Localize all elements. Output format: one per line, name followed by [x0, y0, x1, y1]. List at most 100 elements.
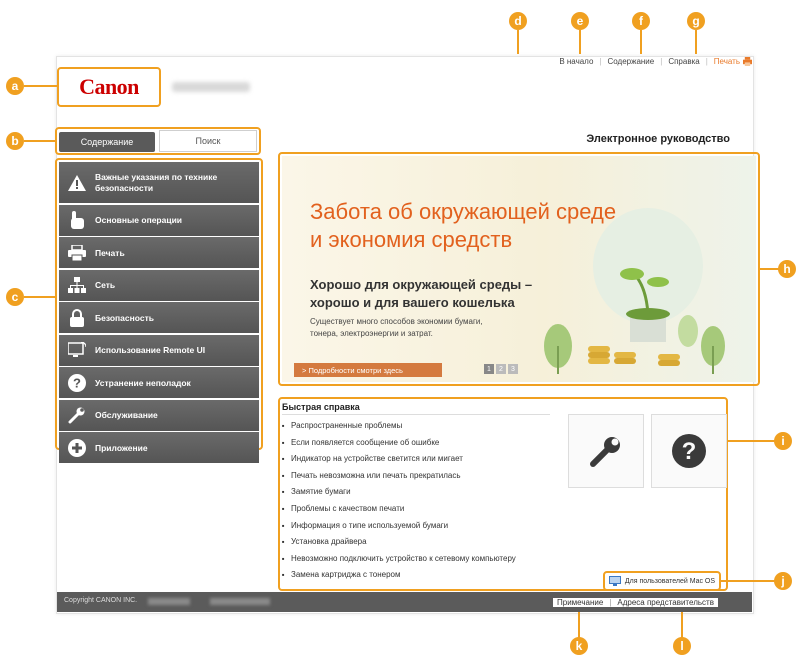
sidebar-item-print[interactable]: Печать [59, 237, 259, 268]
sidebar-item-network[interactable]: Сеть [59, 269, 259, 301]
model-name [172, 82, 250, 92]
sidebar-item-security[interactable]: Безопасность [59, 302, 259, 333]
sidebar-item-remote-ui[interactable]: Использование Remote UI [59, 334, 259, 366]
print-link[interactable]: Печать [714, 57, 752, 66]
home-link[interactable]: В начало [559, 57, 593, 66]
banner-pager: 1 2 3 [484, 364, 518, 374]
sidebar-item-basic-operations[interactable]: Основные операции [59, 204, 259, 236]
maintenance-tile[interactable] [568, 414, 644, 488]
monitor-icon [67, 340, 87, 360]
quick-link[interactable]: Установка драйвера [282, 534, 552, 551]
callout-line [721, 580, 776, 582]
divider [282, 414, 550, 415]
sidebar-item-maintenance[interactable]: Обслуживание [59, 399, 259, 431]
callout-a: a [6, 77, 24, 95]
wrench-icon [67, 405, 87, 425]
banner-headline: Забота об окружающей среде и экономия ср… [310, 198, 616, 253]
quick-link[interactable]: Распространенные проблемы [282, 418, 552, 435]
callout-h: h [778, 260, 796, 278]
page-title: Электронное руководство [586, 133, 730, 145]
banner-headline-line: Забота об окружающей среде [310, 199, 617, 224]
network-icon [67, 275, 87, 295]
sidebar-menu: Важные указания по технике безопасности … [55, 158, 263, 463]
sidebar-item-appendix[interactable]: Приложение [59, 432, 259, 463]
plus-icon [67, 438, 87, 458]
quick-link[interactable]: Замена картриджа с тонером [282, 567, 552, 584]
sidebar-item-safety[interactable]: Важные указания по технике безопасности [59, 162, 259, 203]
quick-link[interactable]: Замятие бумаги [282, 484, 552, 501]
banner-subtitle-line: хорошо и для вашего кошелька [310, 294, 515, 310]
lock-icon [67, 308, 87, 328]
printer-icon [743, 57, 752, 66]
callout-line [695, 30, 697, 54]
sidebar-item-troubleshooting[interactable]: ? Устранение неполадок [59, 367, 259, 398]
callout-line [681, 612, 683, 638]
sidebar-tabs: Содержание Поиск [55, 127, 261, 155]
banner-subtitle-line: Хорошо для окружающей среды – [310, 277, 533, 292]
wrench-icon [590, 437, 620, 467]
canon-logo[interactable]: Canon [57, 67, 161, 107]
top-nav: В начало | Содержание | Справка | Печать [559, 57, 752, 66]
sidebar-item-label: Обслуживание [95, 410, 158, 420]
svg-text:?: ? [682, 438, 697, 465]
callout-line [24, 85, 57, 87]
offices-link[interactable]: Адреса представительств [617, 598, 714, 607]
callout-line [640, 30, 642, 54]
banner-background: Забота об окружающей среде и экономия ср… [282, 156, 756, 382]
pager-page-3[interactable]: 3 [508, 364, 518, 374]
pager-page-1[interactable]: 1 [484, 364, 494, 374]
sidebar-item-label: Печать [95, 247, 125, 258]
tab-search[interactable]: Поиск [159, 130, 257, 152]
brand-logo-text: Canon [79, 74, 139, 99]
eco-banner[interactable]: Забота об окружающей среде и экономия ср… [278, 152, 760, 386]
quick-link[interactable]: Если появляется сообщение об ошибке [282, 435, 552, 452]
footer-links: Примечание | Адреса представительств [553, 598, 718, 607]
print-label: Печать [713, 57, 740, 66]
callout-e: e [571, 12, 589, 30]
warning-icon [67, 173, 87, 193]
callout-line [760, 268, 780, 270]
mac-os-users-button[interactable]: Для пользователей Mac OS [603, 571, 721, 591]
contents-link[interactable]: Содержание [607, 57, 654, 66]
sidebar-item-label: Приложение [95, 442, 148, 453]
callout-i: i [774, 432, 792, 450]
tab-contents[interactable]: Содержание [59, 132, 155, 152]
divider: | [705, 57, 708, 66]
divider: | [609, 598, 612, 607]
quick-reference-list: Распространенные проблемы Если появляетс… [282, 418, 552, 584]
sidebar-item-label: Безопасность [95, 312, 154, 323]
callout-line [24, 296, 55, 298]
svg-text:?: ? [73, 375, 81, 390]
help-link[interactable]: Справка [668, 57, 699, 66]
quick-link[interactable]: Невозможно подключить устройство к сетев… [282, 551, 552, 568]
banner-headline-line: и экономия средств [310, 226, 513, 252]
callout-line [578, 612, 580, 638]
copyright-year [148, 598, 190, 605]
callout-c: c [6, 288, 24, 306]
callout-line [579, 30, 581, 54]
sidebar-item-label: Использование Remote UI [95, 345, 206, 355]
notice-link[interactable]: Примечание [557, 598, 603, 607]
callout-g: g [687, 12, 705, 30]
troubleshooting-tile[interactable]: ? [651, 414, 727, 488]
callout-d: d [509, 12, 527, 30]
banner-more-button[interactable]: > Подробности смотри здесь [294, 363, 442, 377]
quick-reference-title: Быстрая справка [282, 402, 360, 412]
callout-line [517, 30, 519, 54]
sidebar-item-label: Сеть [95, 280, 116, 290]
question-icon: ? [67, 373, 87, 393]
sidebar-item-label: Устранение неполадок [95, 377, 191, 388]
hand-pointer-icon [67, 210, 87, 230]
copyright-code [210, 598, 270, 605]
monitor-icon [608, 576, 621, 586]
callout-f: f [632, 12, 650, 30]
question-icon: ? [672, 434, 706, 468]
mac-os-users-label: Для пользователей Mac OS [624, 577, 716, 585]
callout-k: k [570, 637, 588, 655]
quick-link[interactable]: Проблемы с качеством печати [282, 501, 552, 518]
quick-link[interactable]: Индикатор на устройстве светится или миг… [282, 451, 552, 468]
pager-page-2[interactable]: 2 [496, 364, 506, 374]
quick-link[interactable]: Печать невозможна или печать прекратилас… [282, 468, 552, 485]
quick-link[interactable]: Информация о типе используемой бумаги [282, 518, 552, 535]
divider: | [660, 57, 663, 66]
